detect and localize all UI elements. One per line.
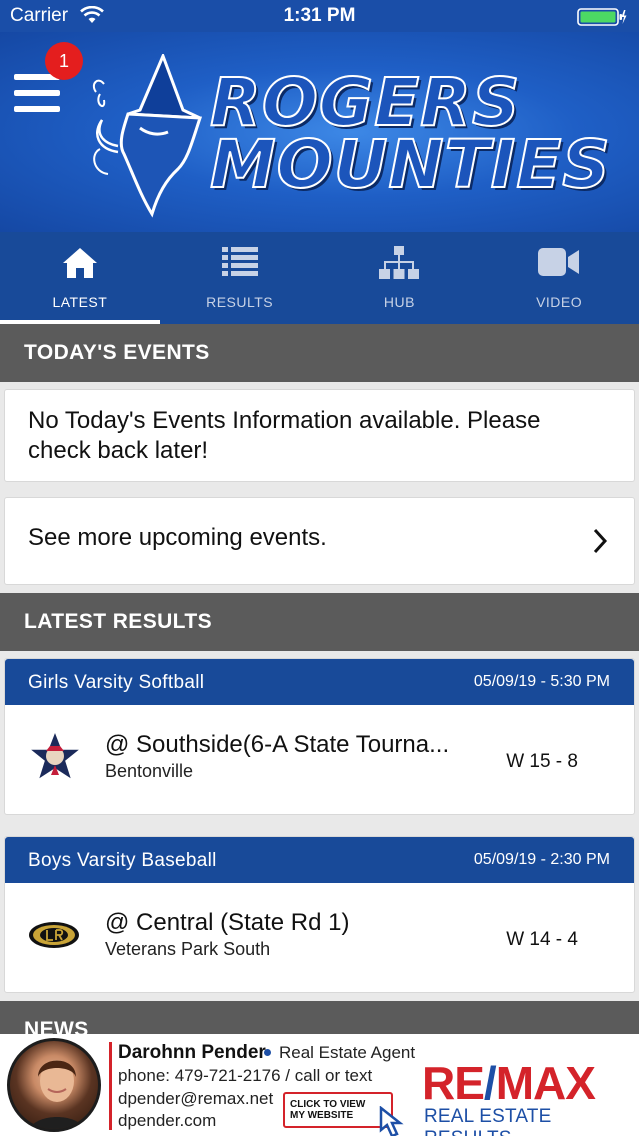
cta-line1: CLICK TO VIEW [290,1099,366,1110]
game-datetime: 05/09/19 - 2:30 PM [473,851,610,868]
game-score: W 14 - 4 [506,929,578,950]
tab-video[interactable]: VIDEO [479,232,639,324]
team-name-line2: MOUNTIES [209,126,611,203]
southside-star-logo-icon [27,729,83,782]
opponent-name: @ Southside(6-A State Tourna... [105,731,450,758]
sport-name: Boys Varsity Baseball [28,850,217,871]
clock-label: 1:31 PM [283,5,356,26]
pointer-cursor-icon [379,1106,404,1136]
agent-website: dpender.com [118,1111,217,1130]
result-card[interactable]: Girls Varsity Softball 05/09/19 - 5:30 P… [4,658,635,815]
remax-logo: RE/MAX [422,1056,596,1110]
agent-role: Real Estate Agent [279,1043,416,1062]
tab-label: VIDEO [536,294,583,310]
agent-phone: phone: 479-721-2176 / call or text [118,1066,373,1085]
latest-results-header: LATEST RESULTS [0,593,639,651]
game-score: W 15 - 8 [506,751,578,772]
team-name-line1: ROGERS [209,64,521,141]
chevron-right-icon [593,528,608,554]
list-icon [221,247,258,276]
game-datetime: 05/09/19 - 5:30 PM [473,673,610,690]
tab-latest[interactable]: LATEST [0,232,160,324]
remax-left: RE [422,1057,485,1109]
cta-line2: MY WEBSITE [290,1110,354,1121]
remax-slash: / [483,1057,497,1109]
see-more-label: See more upcoming events. [28,524,327,551]
see-more-events-link[interactable]: See more upcoming events. [4,497,635,585]
result-card[interactable]: Boys Varsity Baseball 05/09/19 - 2:30 PM… [4,836,635,993]
status-bar: Carrier 1:31 PM [0,0,639,32]
no-events-card: No Today's Events Information available.… [4,389,635,482]
todays-events-header: TODAY'S EVENTS [0,324,639,382]
result-card-header: Girls Varsity Softball 05/09/19 - 5:30 P… [5,659,634,705]
team-name-logo: ROGERS MOUNTIES [209,64,630,203]
video-camera-icon [538,248,580,276]
central-lr-logo-icon [29,922,79,948]
tab-results[interactable]: RESULTS [160,232,320,324]
remax-right: MAX [495,1057,596,1109]
main-tab-bar: LATEST RESULTS HUB VIDEO [0,232,639,324]
agent-name: Darohnn Pender [118,1042,266,1063]
ad-banner[interactable]: Darohnn Pender Real Estate Agent phone: … [0,1034,639,1136]
sport-name: Girls Varsity Softball [28,672,205,693]
hub-icon [379,246,420,279]
notification-badge: 1 [45,42,83,80]
game-venue: Bentonville [105,761,194,781]
no-events-message: No Today's Events Information available.… [28,407,541,464]
tab-label: LATEST [52,294,108,310]
remax-tagline: REAL ESTATE RESULTS [424,1106,552,1136]
team-banner: 1 ROGERS MOUNTIES [0,32,639,232]
home-icon [62,248,97,278]
result-card-header: Boys Varsity Baseball 05/09/19 - 2:30 PM [5,837,634,883]
ad-divider [109,1042,112,1130]
tab-label: HUB [383,294,415,310]
tab-hub[interactable]: HUB [320,232,480,324]
tab-label: RESULTS [206,294,274,310]
battery-icon [577,7,627,32]
mountie-mascot-icon [92,54,203,218]
view-website-button[interactable]: CLICK TO VIEW MY WEBSITE [283,1092,393,1128]
agent-email: dpender@remax.net [118,1089,274,1108]
agent-photo [7,1038,101,1132]
opponent-name: @ Central (State Rd 1) [105,909,350,936]
game-venue: Veterans Park South [105,939,271,959]
separator-dot [264,1049,271,1056]
